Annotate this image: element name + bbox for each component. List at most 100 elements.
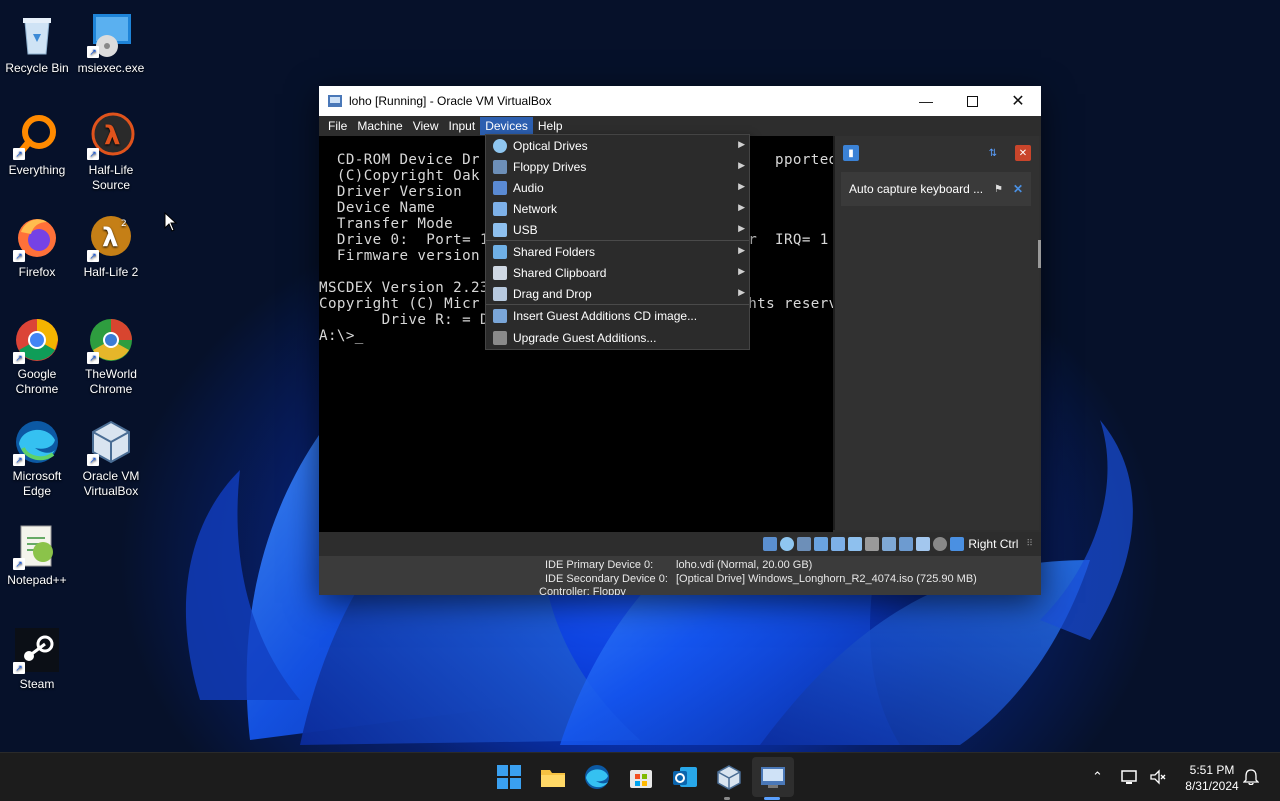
shared-folders-status-icon[interactable] (865, 537, 880, 551)
notification-text: Auto capture keyboard ... (849, 182, 984, 196)
menu-item-label: Network (513, 201, 558, 216)
outlook-icon[interactable] (672, 764, 698, 790)
menu-item-label: Shared Clipboard (513, 265, 607, 280)
desktop-icon-recycle-bin[interactable]: Recycle Bin (0, 10, 74, 76)
system-clock[interactable]: 5:51 PM 8/31/2024 (1180, 762, 1244, 794)
desktop-icon-virtualbox[interactable]: ↗ Oracle VM VirtualBox (74, 418, 148, 499)
ide-primary-label: IDE Primary Device 0: (545, 559, 654, 571)
menu-input[interactable]: Input (444, 117, 481, 135)
menu-devices[interactable]: Devices (480, 117, 533, 135)
recording-status-icon[interactable] (899, 537, 914, 551)
start-icon[interactable] (496, 764, 522, 790)
submenu-arrow-icon: ▶ (738, 139, 745, 149)
desktop-icon-half-life-2[interactable]: λ2 ↗ Half-Life 2 (74, 214, 148, 280)
maximize-button[interactable] (949, 86, 995, 116)
installer-icon: ↗ (87, 10, 135, 58)
desktop-icon-msiexec[interactable]: ↗ msiexec.exe (74, 10, 148, 76)
shortcut-arrow-icon: ↗ (13, 352, 25, 364)
menu-item-usb[interactable]: USB ▶ (486, 219, 749, 240)
hard-disk-status-icon[interactable] (763, 537, 778, 551)
menu-item-network[interactable]: Network ▶ (486, 198, 749, 219)
window-titlebar[interactable]: loho [Running] - Oracle VM VirtualBox — … (319, 86, 1041, 116)
menu-item-drag-and-drop[interactable]: Drag and Drop ▶ (486, 283, 749, 304)
shared-folder-icon (493, 244, 507, 259)
window-title: loho [Running] - Oracle VM VirtualBox (349, 94, 552, 108)
close-button[interactable]: ✕ (995, 86, 1041, 116)
desktop-icon-theworld-chrome[interactable]: ↗ TheWorld Chrome (74, 316, 148, 397)
menu-item-label: Upgrade Guest Additions... (513, 331, 657, 345)
menu-item-upgrade-guest-additions[interactable]: Upgrade Guest Additions... (486, 327, 749, 349)
desktop-icon-label: Steam (19, 677, 55, 691)
virtualbox-icon[interactable] (716, 764, 742, 790)
virtualbox-icon: ↗ (87, 418, 135, 466)
theworld-chrome-icon: ↗ (87, 316, 135, 364)
display-status-icon[interactable] (882, 537, 897, 551)
notification-bell-icon[interactable] (1243, 769, 1259, 785)
notepadpp-icon: ↗ (13, 522, 61, 570)
desktop-icon-google-chrome[interactable]: ↗ Google Chrome (0, 316, 74, 397)
svg-text:2: 2 (121, 219, 127, 229)
mouse-pointer-icon (164, 212, 178, 232)
console-line: Device Name (319, 200, 436, 216)
desktop-icon-half-life-source[interactable]: λ ↗ Half-Life Source (74, 112, 148, 193)
menu-item-label: Insert Guest Additions CD image... (513, 309, 698, 323)
desktop-icon-microsoft-edge[interactable]: ↗ Microsoft Edge (0, 418, 74, 499)
shortcut-arrow-icon: ↗ (87, 352, 99, 364)
edge-icon[interactable] (584, 764, 610, 790)
scrollbar-thumb[interactable] (1038, 240, 1041, 268)
menu-item-shared-folders[interactable]: Shared Folders ▶ (486, 241, 749, 262)
menu-machine[interactable]: Machine (352, 117, 407, 135)
chevron-up-icon[interactable]: ⌃ (1092, 769, 1103, 785)
clipboard-icon (493, 265, 507, 280)
menu-item-insert-guest-additions[interactable]: Insert Guest Additions CD image... (486, 305, 749, 327)
desktop-icon-steam[interactable]: ↗ Steam (0, 626, 74, 692)
minimize-button[interactable]: — (903, 86, 949, 116)
keyboard-status-icon[interactable] (950, 537, 965, 551)
menu-item-audio[interactable]: Audio ▶ (486, 177, 749, 198)
dismiss-icon[interactable]: ✕ (1013, 182, 1023, 196)
menu-item-floppy-drives[interactable]: Floppy Drives ▶ (486, 156, 749, 177)
mouse-integration-status-icon[interactable] (933, 537, 948, 551)
desktop-icon-everything[interactable]: ↗ Everything (0, 112, 74, 178)
volume-muted-icon[interactable] (1149, 769, 1167, 785)
desktop-icon-notepadpp[interactable]: ↗ Notepad++ (0, 522, 74, 588)
network-tray-icon[interactable] (1121, 769, 1139, 785)
menu-file[interactable]: File (323, 117, 352, 135)
menu-item-label: Floppy Drives (513, 159, 587, 174)
controller-label: Controller: Floppy (539, 586, 626, 595)
optical-drive-status-icon[interactable] (780, 537, 795, 551)
edge-icon: ↗ (13, 418, 61, 466)
vm-window-icon[interactable] (760, 764, 786, 790)
clear-all-icon[interactable]: ✕ (1015, 145, 1031, 161)
console-line: (C)Copyright Oak (319, 168, 480, 184)
floppy-status-icon[interactable] (797, 537, 812, 551)
desktop-icon-label: msiexec.exe (77, 61, 145, 75)
shortcut-arrow-icon: ↗ (87, 46, 99, 58)
audio-status-icon[interactable] (814, 537, 829, 551)
menu-item-optical-drives[interactable]: Optical Drives ▶ (486, 135, 749, 156)
guest-additions-icon (493, 309, 507, 323)
clock-time: 5:51 PM (1189, 763, 1235, 777)
usb-status-icon[interactable] (848, 537, 863, 551)
shortcut-arrow-icon: ↗ (87, 454, 99, 466)
resize-grip-icon[interactable]: ⠿ (1026, 539, 1033, 549)
notification-item[interactable]: Auto capture keyboard ... ⚑ ✕ (841, 172, 1031, 206)
menu-view[interactable]: View (408, 117, 444, 135)
shortcut-arrow-icon: ↗ (13, 662, 25, 674)
cpu-status-icon[interactable] (916, 537, 931, 551)
keyboard-capture-icon[interactable]: ⚑ (994, 184, 1003, 195)
close-icon: ✕ (1011, 93, 1025, 110)
submenu-arrow-icon: ▶ (738, 223, 745, 233)
message-icon[interactable]: ▮ (843, 145, 859, 161)
sort-icon[interactable]: ⇅ (985, 145, 1001, 161)
desktop-icon-firefox[interactable]: ↗ Firefox (0, 214, 74, 280)
console-line: A:\>_ (319, 328, 364, 344)
console-line: MSCDEX Version 2.23 (319, 280, 489, 296)
microsoft-store-icon[interactable] (628, 764, 654, 790)
network-status-icon[interactable] (831, 537, 846, 551)
system-tray: ⌃ (1092, 753, 1167, 801)
drag-drop-icon (493, 286, 507, 301)
menu-help[interactable]: Help (533, 117, 568, 135)
file-explorer-icon[interactable] (540, 764, 566, 790)
menu-item-shared-clipboard[interactable]: Shared Clipboard ▶ (486, 262, 749, 283)
